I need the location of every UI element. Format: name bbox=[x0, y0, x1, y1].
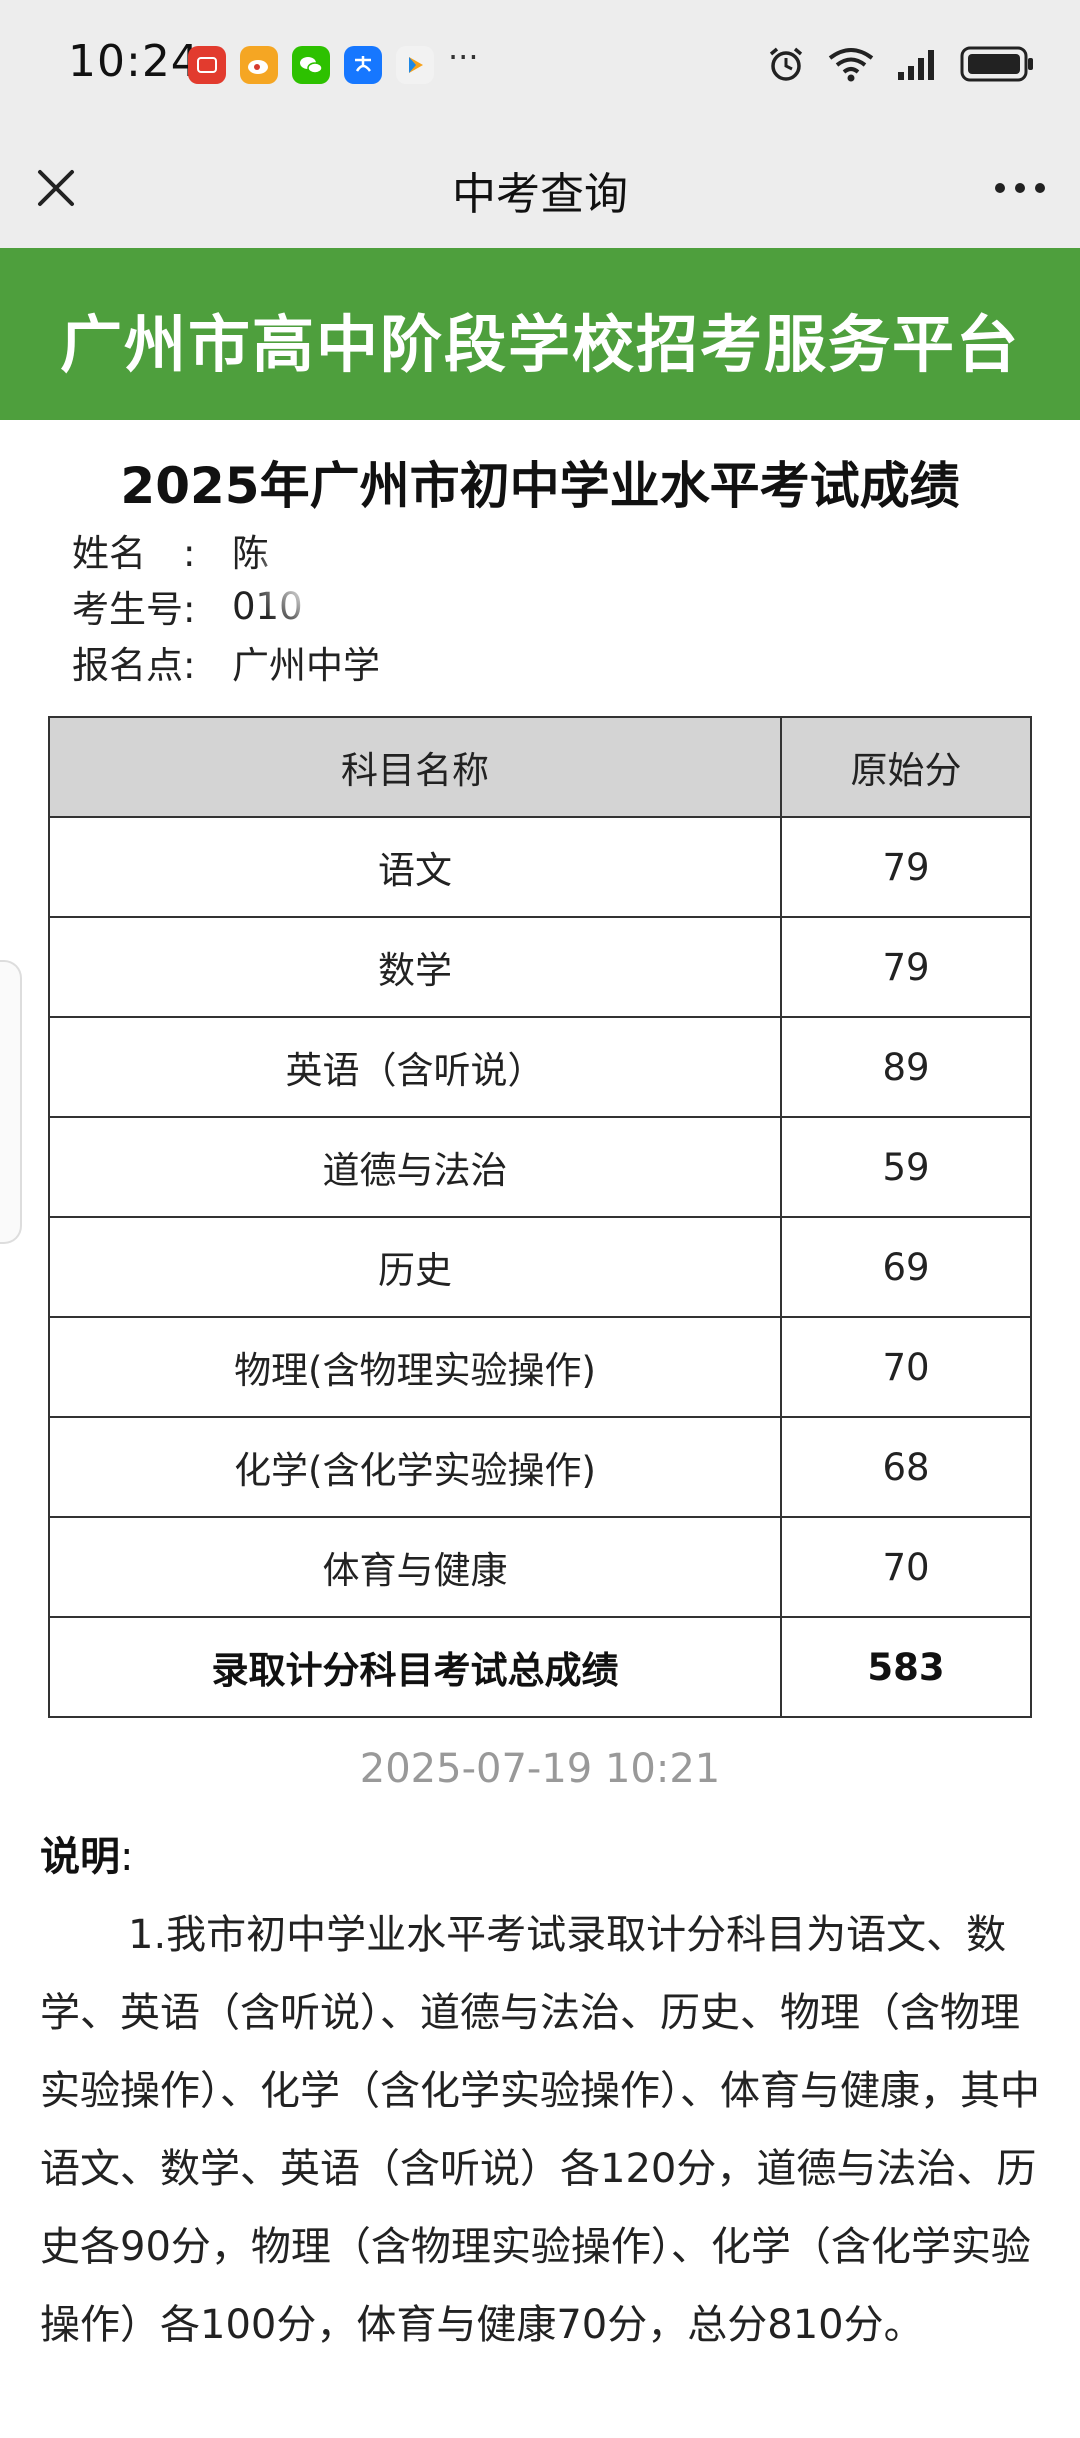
subject-cell: 语文 bbox=[48, 816, 782, 918]
video-app-icon bbox=[396, 46, 434, 84]
table-row: 数学 79 bbox=[48, 916, 1032, 1018]
info-label: 报名点: bbox=[72, 644, 196, 687]
subject-cell: 物理(含物理实验操作) bbox=[48, 1316, 782, 1418]
score-cell: 79 bbox=[780, 916, 1032, 1018]
weibo-icon bbox=[240, 46, 278, 84]
notification-icons bbox=[188, 46, 434, 84]
status-time: 10:24 bbox=[68, 36, 200, 87]
total-label: 录取计分科目考试总成绩 bbox=[48, 1616, 782, 1718]
registration-site: 广州中学 bbox=[232, 644, 380, 687]
total-row: 录取计分科目考试总成绩 583 bbox=[48, 1616, 1032, 1718]
note-body: 1.我市初中学业水平考试录取计分科目为语文、数学、英语（含听说）、道德与法治、历… bbox=[40, 1912, 1040, 2348]
score-cell: 68 bbox=[780, 1416, 1032, 1518]
battery-icon bbox=[960, 46, 1033, 82]
signal-icon bbox=[898, 50, 934, 80]
info-label: 姓名 : bbox=[72, 532, 196, 575]
note-title: 说明 bbox=[40, 1834, 120, 1880]
subject-cell: 道德与法治 bbox=[48, 1116, 782, 1218]
status-indicators bbox=[766, 44, 1036, 84]
score-cell: 70 bbox=[780, 1516, 1032, 1618]
wechat-icon bbox=[292, 46, 330, 84]
subject-cell: 英语（含听说） bbox=[48, 1016, 782, 1118]
table-row: 化学(含化学实验操作) 68 bbox=[48, 1416, 1032, 1518]
table-row: 道德与法治 59 bbox=[48, 1116, 1032, 1218]
more-options-icon[interactable] bbox=[990, 162, 1050, 214]
header-score: 原始分 bbox=[780, 716, 1032, 818]
platform-banner: 广州市高中阶段学校招考服务平台 bbox=[0, 248, 1080, 420]
score-cell: 70 bbox=[780, 1316, 1032, 1418]
subject-cell: 历史 bbox=[48, 1216, 782, 1318]
alipay-icon bbox=[344, 46, 382, 84]
status-bar: 10:24 ··· bbox=[0, 0, 1080, 134]
score-cell: 59 bbox=[780, 1116, 1032, 1218]
table-row: 英语（含听说） 89 bbox=[48, 1016, 1032, 1118]
score-cell: 79 bbox=[780, 816, 1032, 918]
note-heading: 说明: bbox=[40, 1824, 133, 1882]
table-row: 体育与健康 70 bbox=[48, 1516, 1032, 1618]
platform-title: 广州市高中阶段学校招考服务平台 bbox=[59, 308, 1020, 381]
table-header-row: 科目名称 原始分 bbox=[48, 716, 1032, 818]
note-colon: : bbox=[120, 1834, 134, 1880]
header-subject: 科目名称 bbox=[48, 716, 782, 818]
more-notifications-icon: ··· bbox=[448, 38, 479, 76]
wifi-icon bbox=[828, 48, 874, 82]
total-score: 583 bbox=[780, 1616, 1032, 1718]
info-label: 考生号: bbox=[72, 588, 196, 631]
score-cell: 89 bbox=[780, 1016, 1032, 1118]
score-cell: 69 bbox=[780, 1216, 1032, 1318]
floating-side-handle[interactable] bbox=[0, 960, 22, 1244]
subject-cell: 体育与健康 bbox=[48, 1516, 782, 1618]
table-row: 语文 79 bbox=[48, 816, 1032, 918]
query-timestamp: 2025-07-19 10:21 bbox=[359, 1746, 721, 1792]
table-row: 物理(含物理实验操作) 70 bbox=[48, 1316, 1032, 1418]
privacy-blur bbox=[260, 520, 480, 640]
huawei-store-icon bbox=[188, 46, 226, 84]
subject-cell: 数学 bbox=[48, 916, 782, 1018]
nav-bar: 中考查询 bbox=[0, 134, 1080, 248]
alarm-icon bbox=[769, 47, 803, 81]
page-title: 2025年广州市初中学业水平考试成绩 bbox=[120, 457, 960, 515]
subject-cell: 化学(含化学实验操作) bbox=[48, 1416, 782, 1518]
info-row-registration-site: 报名点: 广州中学 bbox=[72, 634, 380, 690]
nav-title: 中考查询 bbox=[452, 169, 628, 220]
table-row: 历史 69 bbox=[48, 1216, 1032, 1318]
scores-table: 科目名称 原始分 语文 79 数学 79 英语（含听说） 89 道德与法治 59… bbox=[48, 716, 1032, 1718]
